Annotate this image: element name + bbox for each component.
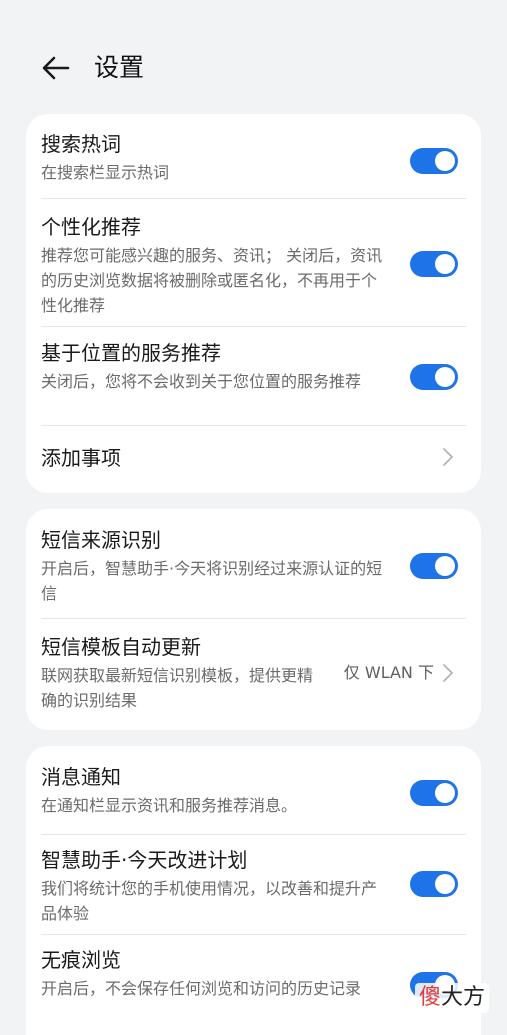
row-subtitle: 开启后，智慧助手·今天将识别经过来源认证的短信 [41,559,383,603]
toggle-knob [435,783,455,803]
row-title: 智慧助手·今天改进计划 [41,848,248,872]
toggle-knob [435,874,455,894]
row-title: 短信来源识别 [41,528,161,552]
page-title: 设置 [94,53,145,82]
chevron-right-icon [443,664,453,682]
row-improvement-plan: 智慧助手·今天改进计划 我们将统计您的手机使用情况，以改善和提升产品体验 [41,834,466,934]
personalized-recommend-toggle[interactable] [410,251,458,277]
chevron-right-icon [443,448,453,466]
row-sms-source: 短信来源识别 开启后，智慧助手·今天将识别经过来源认证的短信 [41,509,466,618]
row-title: 个性化推荐 [41,215,141,239]
row-subtitle: 推荐您可能感兴趣的服务、资讯； 关闭后，资讯的历史浏览数据将被删除或匿名化，不再… [41,246,383,315]
row-subtitle: 关闭后，您将不会收到关于您位置的服务推荐 [41,372,362,391]
search-hotwords-toggle[interactable] [410,148,458,174]
row-message-notify: 消息通知 在通知栏显示资讯和服务推荐消息。 [41,746,466,834]
row-subtitle: 我们将统计您的手机使用情况，以改善和提升产品体验 [41,879,378,923]
row-subtitle: 联网获取最新短信识别模板，提供更精确的识别结果 [41,666,314,710]
toggle-knob [435,556,455,576]
row-subtitle: 开启后，不会保存任何浏览和访问的历史记录 [41,979,362,998]
back-button[interactable] [38,50,74,86]
row-title: 短信模板自动更新 [41,635,201,659]
row-title: 无痕浏览 [41,948,121,972]
settings-card-sms: 短信来源识别 开启后，智慧助手·今天将识别经过来源认证的短信 短信模板自动更新 … [26,509,481,730]
location-recommend-toggle[interactable] [410,364,458,390]
row-title: 消息通知 [41,765,121,789]
update-mode-value: 仅 WLAN 下 [343,663,434,682]
toggle-knob [435,151,455,171]
row-add-item[interactable]: 添加事项 [41,425,466,493]
row-search-hotwords: 搜索热词 在搜索栏显示热词 [41,114,466,198]
row-location-recommend: 基于位置的服务推荐 关闭后，您将不会收到关于您位置的服务推荐 [41,326,466,425]
settings-card-search: 搜索热词 在搜索栏显示热词 个性化推荐 推荐您可能感兴趣的服务、资讯； 关闭后，… [26,114,481,493]
row-incognito-browsing: 无痕浏览 开启后，不会保存任何浏览和访问的历史记录 [41,934,466,1035]
row-title: 基于位置的服务推荐 [41,341,221,365]
row-subtitle: 在搜索栏显示热词 [41,163,170,182]
watermark: 傻大方 [414,983,489,1013]
back-arrow-icon [42,56,70,80]
row-title: 添加事项 [41,446,121,470]
sms-source-toggle[interactable] [410,553,458,579]
row-subtitle: 在通知栏显示资讯和服务推荐消息。 [41,796,298,815]
improvement-plan-toggle[interactable] [410,871,458,897]
row-sms-template-update[interactable]: 短信模板自动更新 联网获取最新短信识别模板，提供更精确的识别结果 仅 WLAN … [41,618,466,730]
message-notify-toggle[interactable] [410,780,458,806]
toggle-knob [435,254,455,274]
row-title: 搜索热词 [41,132,121,156]
settings-card-notifications: 消息通知 在通知栏显示资讯和服务推荐消息。 智慧助手·今天改进计划 我们将统计您… [26,746,481,1035]
settings-page: 设置 搜索热词 在搜索栏显示热词 个性化推荐 推荐您可能感兴趣的服务、资讯； 关… [0,0,507,1035]
row-personalized-recommend: 个性化推荐 推荐您可能感兴趣的服务、资讯； 关闭后，资讯的历史浏览数据将被删除或… [41,198,466,326]
toggle-knob [435,367,455,387]
